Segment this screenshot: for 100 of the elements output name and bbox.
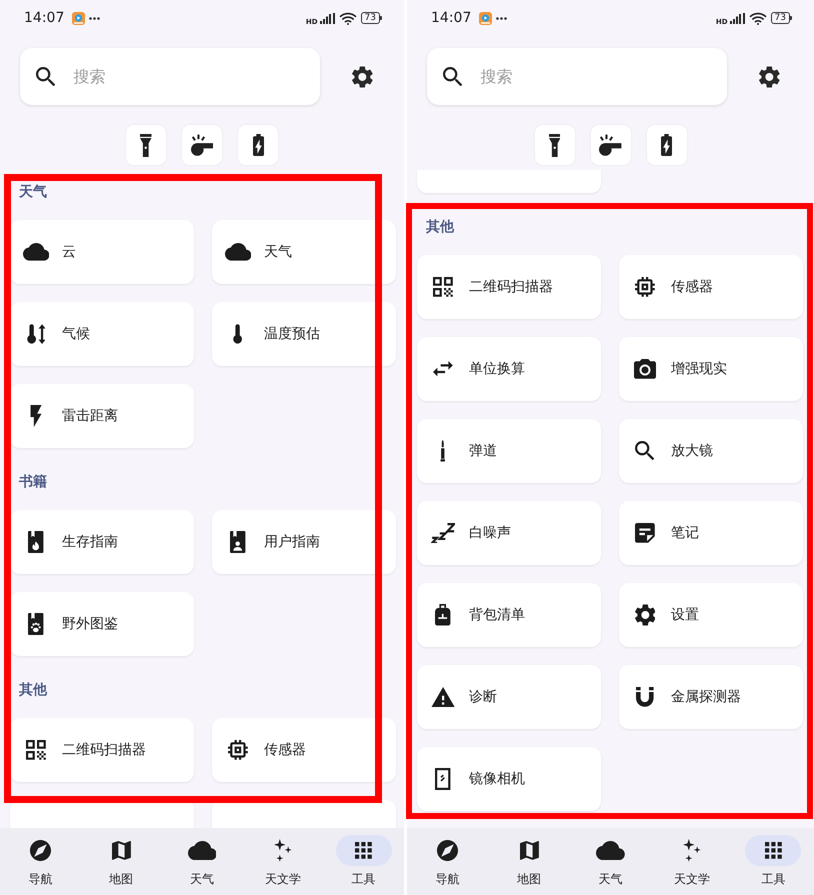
book-person-icon [230,531,246,553]
battery-button[interactable] [238,125,278,165]
nav-tab[interactable]: 天气 [162,828,242,895]
cloud-icon [22,243,50,261]
flashlight-button[interactable] [534,125,574,165]
nav-tab[interactable]: 天文学 [651,828,733,895]
sparkles-icon [274,839,292,862]
battery-button[interactable] [646,125,686,165]
tool-card[interactable]: 传感器 [212,718,396,782]
whistle-icon [599,134,622,156]
tool-card[interactable]: 雷击距离 [10,384,194,448]
tool-card[interactable]: 设置 [619,583,803,647]
compass-icon [30,840,51,861]
section-header: 其他 [426,218,454,237]
nav-tab[interactable]: 地图 [488,828,570,895]
section-header: 天气 [19,183,47,202]
map-icon [112,841,131,860]
whistle-button[interactable] [182,125,222,165]
tool-card[interactable]: 气候 [10,302,194,366]
tool-card[interactable]: 云 [10,220,194,284]
apps-grid-icon [745,835,802,866]
app-notification-icon [479,12,492,24]
tool-card[interactable]: 野外图鉴 [10,592,194,656]
settings-icon[interactable] [352,66,373,88]
tool-card[interactable]: 镜像相机 [417,747,601,811]
settings-icon[interactable] [759,66,780,88]
search-input[interactable]: 搜索 [480,67,680,86]
search-input[interactable]: 搜索 [73,67,274,86]
apps-grid-icon [336,835,392,866]
tool-card[interactable]: 放大镜 [619,419,803,483]
chip-icon [635,277,655,297]
qr-code-icon [26,740,46,760]
chip-icon [228,740,248,760]
map-icon [520,841,539,860]
bullet-icon [440,440,446,462]
sleep-icon [430,522,456,544]
app-notification-icon [72,12,86,24]
flashlight-button[interactable] [126,125,166,165]
tool-card[interactable]: 背包清单 [417,583,601,647]
cloud-icon [224,243,252,261]
wifi-icon [338,12,357,24]
more-icon [89,16,100,20]
sparkles-icon [682,839,701,862]
signal-icon [730,12,745,24]
swap-arrows-icon [433,361,453,377]
search-icon [36,66,56,86]
battery-charging-icon [252,134,264,156]
thermometer-icon [233,324,243,344]
backpack-icon [435,604,451,626]
flashlight-icon [140,134,152,156]
magnifier-icon [635,441,655,461]
tool-card[interactable]: 用户指南 [212,510,396,574]
nav-tab[interactable]: 天气 [570,828,652,895]
tool-card[interactable]: 弹道 [417,419,601,483]
nav-tab[interactable]: 导航 [0,828,81,895]
mirror-icon [435,768,451,790]
tool-card[interactable]: 诊断 [417,665,601,729]
nav-tab[interactable]: 工具 [732,828,814,895]
tool-card[interactable]: 增强现实 [619,337,803,401]
wifi-icon [748,12,767,24]
status-time: 14:07 [431,9,472,27]
book-flame-icon [28,531,44,553]
tool-card[interactable]: 白噪声 [417,501,601,565]
thermometer-arrows-icon [26,324,46,344]
tool-card[interactable] [212,800,396,828]
nav-tab[interactable]: 地图 [80,828,162,895]
more-icon [496,16,508,20]
search-icon [443,66,462,86]
tool-card[interactable]: 二维码扫描器 [10,718,194,782]
tool-card[interactable]: 温度预估 [212,302,396,366]
note-icon [635,523,655,543]
cloud-icon [596,840,625,860]
tool-card[interactable]: 生存指南 [10,510,194,574]
tool-card[interactable]: 天气 [212,220,396,284]
signal-icon [320,12,335,24]
cloud-icon [188,840,216,860]
nav-tab[interactable]: 工具 [323,828,404,895]
book-paw-icon [28,613,44,635]
tool-card[interactable]: 传感器 [619,255,803,319]
tool-card[interactable]: 金属探测器 [619,665,803,729]
battery-charging-icon [661,134,672,156]
tool-card[interactable]: 笔记 [619,501,803,565]
compass-icon [437,840,458,861]
gear-icon [634,604,656,626]
nav-tab[interactable]: 导航 [407,828,488,895]
qr-code-icon [433,277,453,297]
magnet-icon [636,687,654,707]
lightning-icon [30,405,42,427]
battery-indicator: 73 [360,12,382,24]
warning-icon [430,686,456,708]
battery-indicator: 73 [770,12,792,24]
section-header: 书籍 [19,473,47,492]
nav-tab[interactable]: 天文学 [242,828,324,895]
section-header: 其他 [19,681,47,700]
tool-card[interactable]: 二维码扫描器 [417,255,601,319]
flashlight-icon [548,134,560,156]
status-time: 14:07 [24,9,64,27]
camera-icon [634,359,656,379]
whistle-button[interactable] [590,125,630,165]
tool-card[interactable]: 单位换算 [417,337,601,401]
